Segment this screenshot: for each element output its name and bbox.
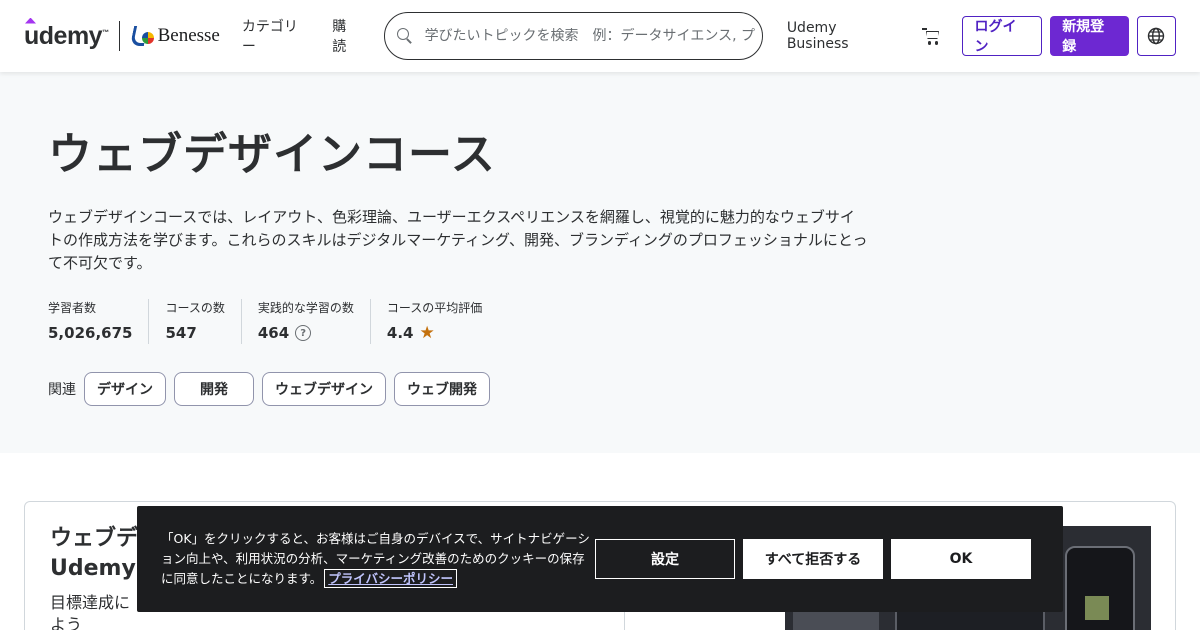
related-label: 関連: [48, 379, 76, 399]
logo-divider: [119, 21, 120, 51]
udemy-business-link[interactable]: Udemy Business: [787, 20, 900, 52]
promo-title-line: ウェブデ: [50, 524, 140, 554]
stat-label: 学習者数: [48, 299, 132, 316]
privacy-policy-link[interactable]: プライバシーポリシー: [326, 571, 455, 586]
stat-rating: コースの平均評価 4.4 ★: [370, 299, 498, 344]
stat-practice: 実践的な学習の数 464 ?: [241, 299, 370, 344]
stat-value: 5,026,675: [48, 322, 132, 344]
page-title: ウェブデザインコース: [48, 118, 1200, 182]
logo-group[interactable]: udemy™ Benesse: [24, 21, 220, 51]
language-button[interactable]: [1137, 16, 1176, 56]
cookie-reject-button[interactable]: すべて拒否する: [743, 539, 883, 579]
cookie-message: 「OK」をクリックすると、お客様はご自身のデバイスで、サイトナビゲーション向上や…: [161, 529, 593, 589]
login-button[interactable]: ログイン: [962, 16, 1043, 56]
stat-value-wrap: 4.4 ★: [387, 322, 482, 344]
logo-tm: ™: [102, 29, 109, 36]
globe-icon: [1147, 27, 1165, 45]
cart-icon[interactable]: [922, 26, 942, 46]
promo-subtitle: 目標達成に よう: [50, 592, 140, 630]
promo-subtitle-line: よう: [50, 614, 140, 630]
benesse-mark-icon: [130, 24, 156, 48]
stats-row: 学習者数 5,026,675 コースの数 547 実践的な学習の数 464 ? …: [48, 299, 1200, 344]
topic-description: ウェブデザインコースでは、レイアウト、色彩理論、ユーザーエクスペリエンスを網羅し…: [48, 206, 868, 275]
logo-text: udemy: [24, 22, 102, 50]
topic-hero: ウェブデザインコース ウェブデザインコースでは、レイアウト、色彩理論、ユーザーエ…: [0, 72, 1200, 453]
search-icon[interactable]: [397, 28, 413, 44]
udemy-logo[interactable]: udemy™: [24, 22, 109, 51]
related-chip-web-design[interactable]: ウェブデザイン: [262, 372, 386, 406]
promo-subtitle-line: 目標達成に: [50, 592, 140, 614]
stat-courses: コースの数 547: [148, 299, 240, 344]
promo-title: ウェブデ Udemyに: [50, 524, 140, 584]
top-header: udemy™ Benesse カテゴリー 購読 Udemy Business ロ…: [0, 0, 1200, 72]
nav-subscribe[interactable]: 購読: [332, 16, 359, 56]
signup-button[interactable]: 新規登録: [1050, 16, 1129, 56]
search-input[interactable]: [425, 28, 755, 44]
search-bar[interactable]: [384, 12, 763, 60]
promo-title-line: Udemyに: [50, 554, 140, 584]
benesse-logo: Benesse: [130, 24, 220, 48]
benesse-text: Benesse: [158, 25, 220, 47]
help-icon[interactable]: ?: [295, 325, 311, 341]
cookie-banner: 「OK」をクリックすると、お客様はご自身のデバイスで、サイトナビゲーション向上や…: [137, 506, 1063, 612]
star-icon: ★: [419, 323, 434, 343]
cookie-settings-button[interactable]: 設定: [595, 539, 735, 579]
logo-hat-icon: [25, 18, 36, 24]
stat-label: 実践的な学習の数: [258, 299, 354, 316]
stat-value: 4.4: [387, 324, 414, 342]
cookie-ok-button[interactable]: OK: [891, 539, 1031, 579]
stat-value: 464: [258, 324, 289, 342]
related-chip-development[interactable]: 開発: [174, 372, 254, 406]
related-chip-design[interactable]: デザイン: [84, 372, 166, 406]
stat-value-wrap: 464 ?: [258, 322, 354, 344]
stat-learners: 学習者数 5,026,675: [48, 299, 148, 344]
related-chip-web-development[interactable]: ウェブ開発: [394, 372, 490, 406]
stat-label: コースの数: [165, 299, 224, 316]
stat-label: コースの平均評価: [387, 299, 482, 316]
related-topics: 関連 デザイン 開発 ウェブデザイン ウェブ開発: [48, 372, 1200, 406]
nav-categories[interactable]: カテゴリー: [242, 16, 310, 56]
stat-value: 547: [165, 322, 224, 344]
